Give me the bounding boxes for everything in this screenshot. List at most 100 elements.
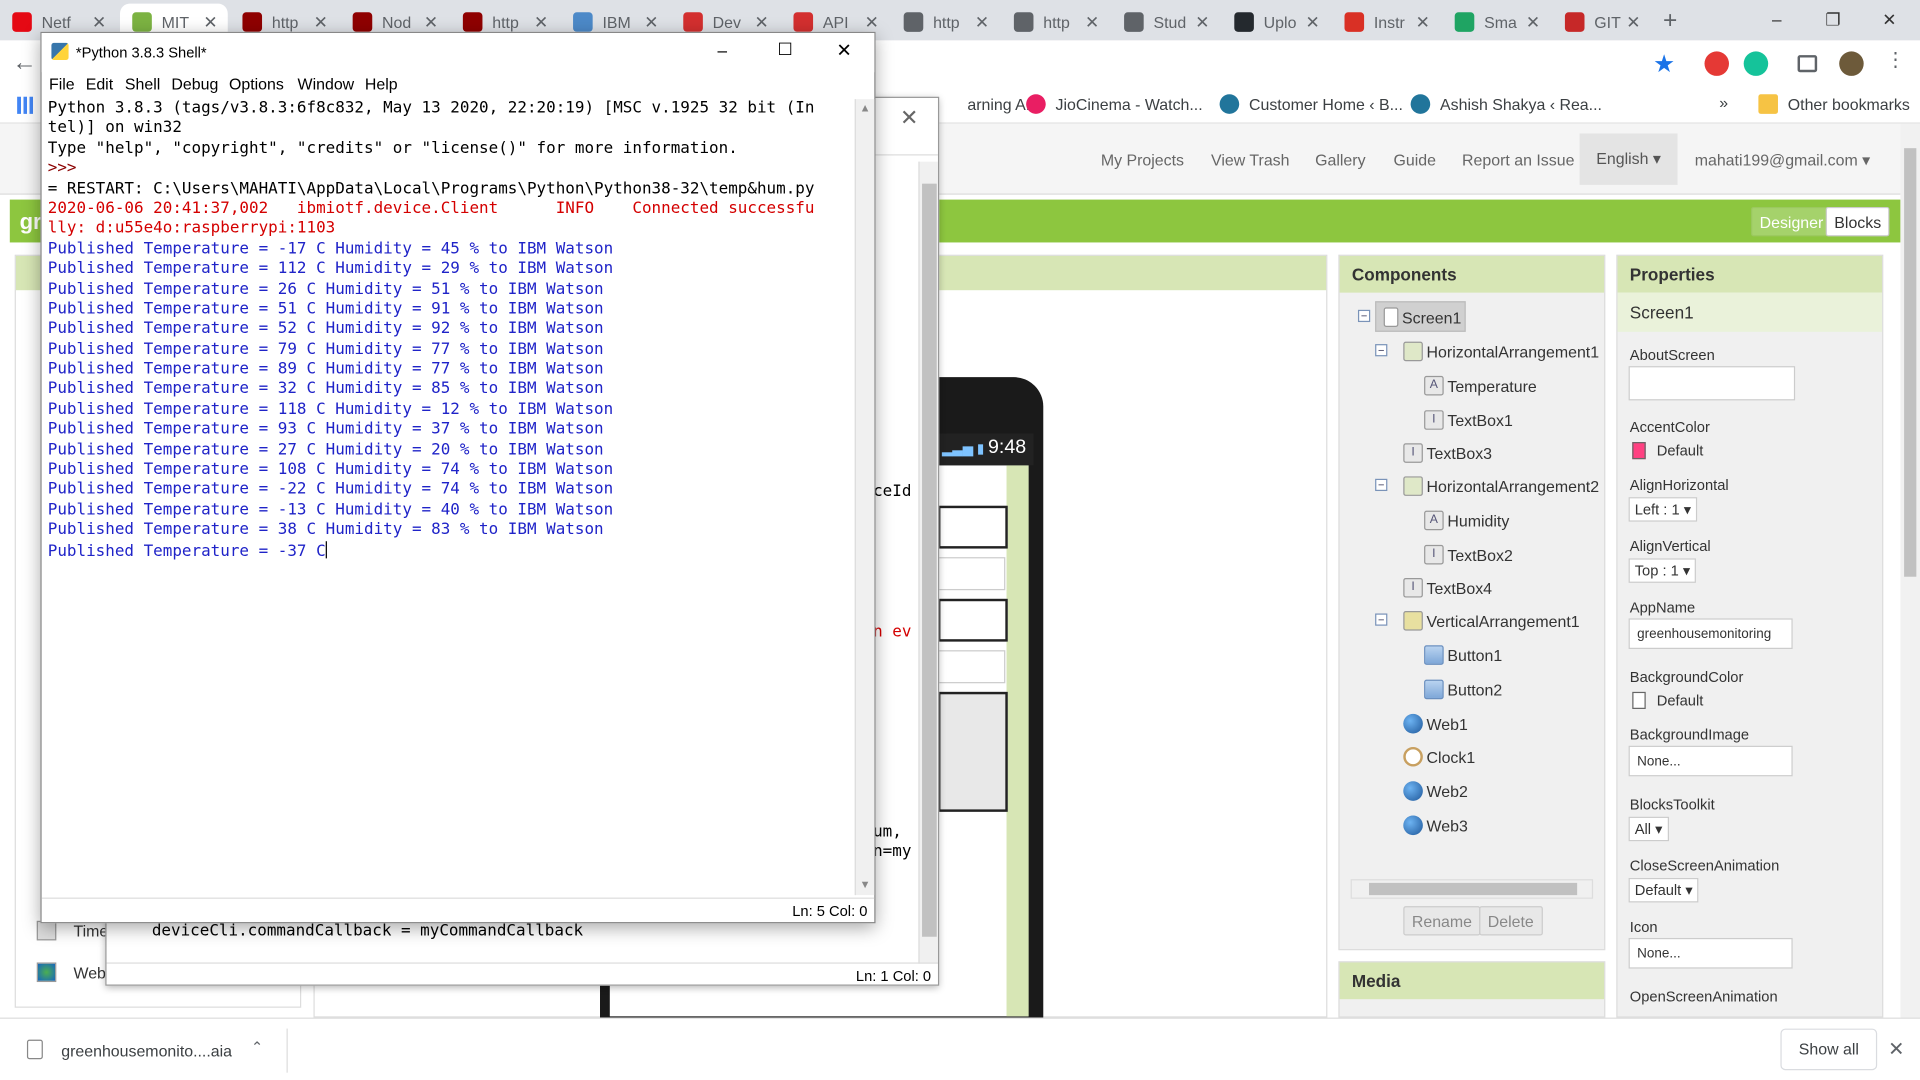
component-tree-item[interactable]: VerticalArrangement1 bbox=[1403, 611, 1580, 631]
shell-menu-debug[interactable]: Debug bbox=[171, 75, 218, 93]
component-tree-item[interactable]: I TextBox1 bbox=[1424, 410, 1513, 430]
component-tree-item[interactable]: HorizontalArrangement2 bbox=[1403, 476, 1599, 496]
more-bookmarks-chevron-icon[interactable]: » bbox=[1719, 93, 1728, 111]
component-tree-item[interactable]: I TextBox2 bbox=[1424, 544, 1513, 565]
shell-vscrollbar[interactable]: ▲ ▼ bbox=[854, 99, 875, 896]
tab-close-icon[interactable]: ✕ bbox=[972, 12, 992, 33]
nav-link[interactable]: Guide bbox=[1393, 151, 1435, 169]
component-tree-item[interactable]: Button2 bbox=[1424, 679, 1502, 700]
shell-menu-file[interactable]: File bbox=[49, 75, 75, 93]
shell-menu-options[interactable]: Options bbox=[229, 75, 284, 93]
hscroll-thumb[interactable] bbox=[1368, 882, 1578, 896]
component-tree-item[interactable]: Button1 bbox=[1424, 645, 1502, 665]
back-arrow-icon[interactable]: ← bbox=[12, 49, 41, 78]
close-window-button[interactable]: ✕ bbox=[1861, 5, 1917, 37]
component-tree-item[interactable]: I TextBox3 bbox=[1403, 443, 1492, 463]
phone-textbox3[interactable] bbox=[937, 557, 1006, 591]
browser-tab[interactable]: Stud ✕ bbox=[1112, 4, 1220, 41]
shell-menu-shell[interactable]: Shell bbox=[125, 75, 160, 93]
scroll-up-arrow-icon[interactable]: ▲ bbox=[860, 102, 871, 114]
component-tree-item[interactable]: I TextBox4 bbox=[1403, 577, 1492, 598]
bookmark-item[interactable]: arning A... bbox=[937, 94, 1039, 114]
background-image-picker[interactable]: None... bbox=[1628, 745, 1793, 777]
phone-textbox4[interactable] bbox=[937, 650, 1006, 684]
tab-close-icon[interactable]: ✕ bbox=[1303, 12, 1323, 33]
about-screen-textarea[interactable] bbox=[1628, 366, 1796, 401]
components-hscrollbar[interactable] bbox=[1350, 879, 1594, 899]
nav-link[interactable]: My Projects bbox=[1101, 151, 1184, 169]
tab-close-icon[interactable]: ✕ bbox=[862, 12, 882, 33]
browser-tab[interactable]: http ✕ bbox=[891, 4, 999, 41]
tab-close-icon[interactable]: ✕ bbox=[311, 12, 331, 33]
component-tree-item[interactable]: Web2 bbox=[1403, 781, 1468, 801]
editor-close-icon[interactable]: ✕ bbox=[900, 105, 918, 131]
tab-close-icon[interactable]: ✕ bbox=[1193, 12, 1213, 33]
editor-code-fragment[interactable]: n ev bbox=[873, 623, 911, 641]
editor-code-fragment[interactable]: n=my bbox=[873, 842, 911, 860]
phone-textbox2[interactable] bbox=[937, 598, 1008, 642]
media-control-icon[interactable] bbox=[1797, 55, 1818, 73]
minimize-window-button[interactable]: – bbox=[1749, 5, 1805, 37]
component-tree-item[interactable]: HorizontalArrangement1 bbox=[1403, 341, 1599, 362]
editor-code-fragment[interactable]: um, bbox=[873, 823, 902, 841]
accent-color-value[interactable]: Default bbox=[1657, 442, 1704, 459]
collapse-toggle-icon[interactable]: − bbox=[1357, 309, 1371, 323]
bookmark-item[interactable]: Ashish Shakya ‹ Rea... bbox=[1410, 94, 1602, 114]
tab-close-icon[interactable]: ✕ bbox=[752, 12, 772, 33]
browser-tab[interactable]: GIT ✕ bbox=[1553, 4, 1651, 41]
tab-close-icon[interactable]: ✕ bbox=[201, 12, 221, 33]
tab-close-icon[interactable]: ✕ bbox=[89, 12, 109, 33]
tab-close-icon[interactable]: ✕ bbox=[1523, 12, 1543, 33]
shell-menu-edit[interactable]: Edit bbox=[86, 75, 113, 93]
maximize-window-button[interactable]: ❐ bbox=[1805, 5, 1861, 37]
background-color-value[interactable]: Default bbox=[1657, 692, 1704, 709]
new-tab-button[interactable]: + bbox=[1656, 7, 1685, 36]
close-screen-animation-select[interactable]: Default ▾ bbox=[1628, 877, 1699, 903]
download-file-name[interactable]: greenhousemonito....aia bbox=[61, 1042, 232, 1060]
close-downloads-bar-icon[interactable]: ✕ bbox=[1888, 1037, 1904, 1061]
shell-menu-help[interactable]: Help bbox=[365, 75, 398, 93]
shell-maximize-button[interactable]: ☐ bbox=[778, 39, 793, 60]
component-tree-item[interactable]: Screen1 bbox=[1383, 307, 1461, 327]
page-scroll-thumb[interactable] bbox=[1904, 148, 1917, 577]
tab-close-icon[interactable]: ✕ bbox=[1413, 12, 1433, 33]
collapse-toggle-icon[interactable]: − bbox=[1375, 344, 1388, 357]
shell-output[interactable]: Python 3.8.3 (tags/v3.8.3:6f8c832, May 1… bbox=[48, 99, 851, 926]
component-tree-item[interactable]: Clock1 bbox=[1403, 746, 1475, 767]
shell-menu-window[interactable]: Window bbox=[298, 75, 355, 93]
adblock-extension-icon[interactable] bbox=[1704, 51, 1729, 76]
editor-vscroll-thumb[interactable] bbox=[922, 183, 937, 937]
bookmark-item[interactable]: Customer Home ‹ B... bbox=[1219, 94, 1403, 114]
browser-tab[interactable]: Sma ✕ bbox=[1442, 4, 1550, 41]
grammarly-extension-icon[interactable] bbox=[1743, 51, 1769, 76]
browser-tab[interactable]: http ✕ bbox=[1002, 4, 1110, 41]
bookmark-item[interactable]: JioCinema - Watch... bbox=[1026, 94, 1203, 114]
nav-link[interactable]: Gallery bbox=[1315, 151, 1365, 169]
tab-close-icon[interactable]: ✕ bbox=[531, 12, 551, 33]
nav-link[interactable]: Report an Issue bbox=[1462, 151, 1574, 169]
blocks-toolkit-select[interactable]: All ▾ bbox=[1628, 816, 1669, 842]
apps-grid-icon[interactable] bbox=[17, 96, 35, 114]
collapse-toggle-icon[interactable]: − bbox=[1375, 478, 1388, 492]
icon-picker[interactable]: None... bbox=[1628, 937, 1793, 969]
tab-close-icon[interactable]: ✕ bbox=[642, 12, 662, 33]
accent-color-swatch[interactable] bbox=[1632, 442, 1646, 460]
background-color-swatch[interactable] bbox=[1632, 691, 1646, 709]
browser-tab[interactable]: Instr ✕ bbox=[1332, 4, 1440, 41]
tab-close-icon[interactable]: ✕ bbox=[421, 12, 441, 33]
blocks-button[interactable]: Blocks bbox=[1825, 206, 1890, 237]
phone-textbox1[interactable] bbox=[937, 505, 1008, 549]
menu-dots-icon[interactable]: ⋮ bbox=[1886, 48, 1906, 72]
designer-button[interactable]: Designer bbox=[1751, 206, 1832, 237]
language-dropdown[interactable]: English ▾ bbox=[1579, 133, 1678, 185]
align-vertical-select[interactable]: Top : 1 ▾ bbox=[1628, 558, 1697, 583]
editor-code-fragment[interactable]: ceId bbox=[873, 482, 911, 500]
account-dropdown[interactable]: mahati199@gmail.com ▾ bbox=[1695, 151, 1870, 171]
collapse-toggle-icon[interactable]: − bbox=[1375, 613, 1388, 626]
shell-close-button[interactable]: ✕ bbox=[836, 39, 851, 61]
shell-minimize-button[interactable]: – bbox=[718, 40, 728, 60]
component-tree-item[interactable]: Web3 bbox=[1403, 815, 1468, 836]
profile-avatar[interactable] bbox=[1839, 51, 1864, 76]
delete-button[interactable]: Delete bbox=[1479, 906, 1543, 936]
page-scrollbar[interactable] bbox=[1900, 123, 1920, 1018]
